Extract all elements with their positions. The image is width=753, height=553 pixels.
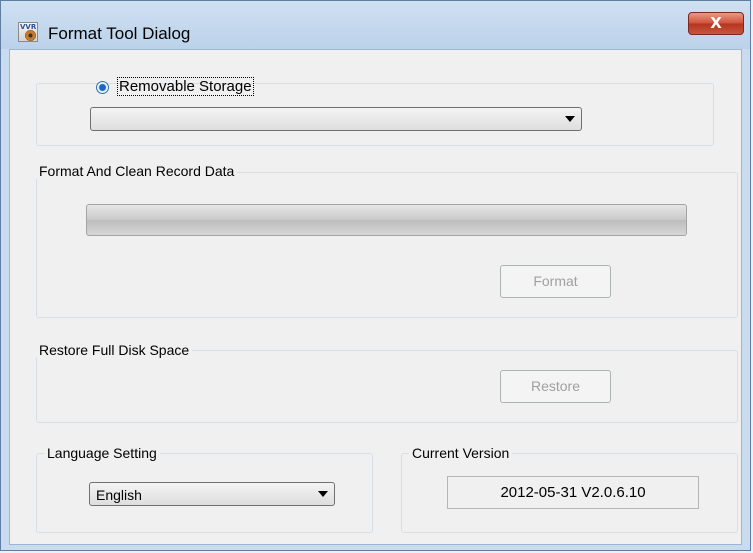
close-icon: X xyxy=(710,14,722,32)
app-icon: VVR xyxy=(18,22,38,42)
removable-storage-radio[interactable] xyxy=(96,81,109,94)
restore-group xyxy=(36,350,738,423)
storage-device-select[interactable] xyxy=(90,107,582,131)
format-button[interactable]: Format xyxy=(500,265,611,298)
version-group-legend: Current Version xyxy=(409,445,513,461)
format-group xyxy=(36,172,738,318)
dialog-client-area: Removable Storage Format And Clean Recor… xyxy=(9,49,742,545)
language-select-value: English xyxy=(96,487,142,503)
version-value: 2012-05-31 V2.0.6.10 xyxy=(447,476,699,509)
chevron-down-icon xyxy=(318,491,328,497)
chevron-down-icon xyxy=(565,116,575,122)
restore-button[interactable]: Restore xyxy=(500,370,611,403)
window-title: Format Tool Dialog xyxy=(48,24,191,43)
close-button[interactable]: X xyxy=(688,12,744,35)
title-bar[interactable]: VVR Format Tool Dialog X xyxy=(1,1,750,49)
format-group-legend: Format And Clean Record Data xyxy=(36,163,238,179)
restore-group-legend: Restore Full Disk Space xyxy=(36,342,193,358)
format-progress-bar xyxy=(86,204,687,236)
removable-storage-label[interactable]: Removable Storage xyxy=(117,77,254,96)
language-select[interactable]: English xyxy=(89,482,335,506)
disk-icon xyxy=(25,30,36,41)
language-group-legend: Language Setting xyxy=(44,445,160,461)
format-tool-dialog: VVR Format Tool Dialog X Removable Stora… xyxy=(0,0,751,551)
